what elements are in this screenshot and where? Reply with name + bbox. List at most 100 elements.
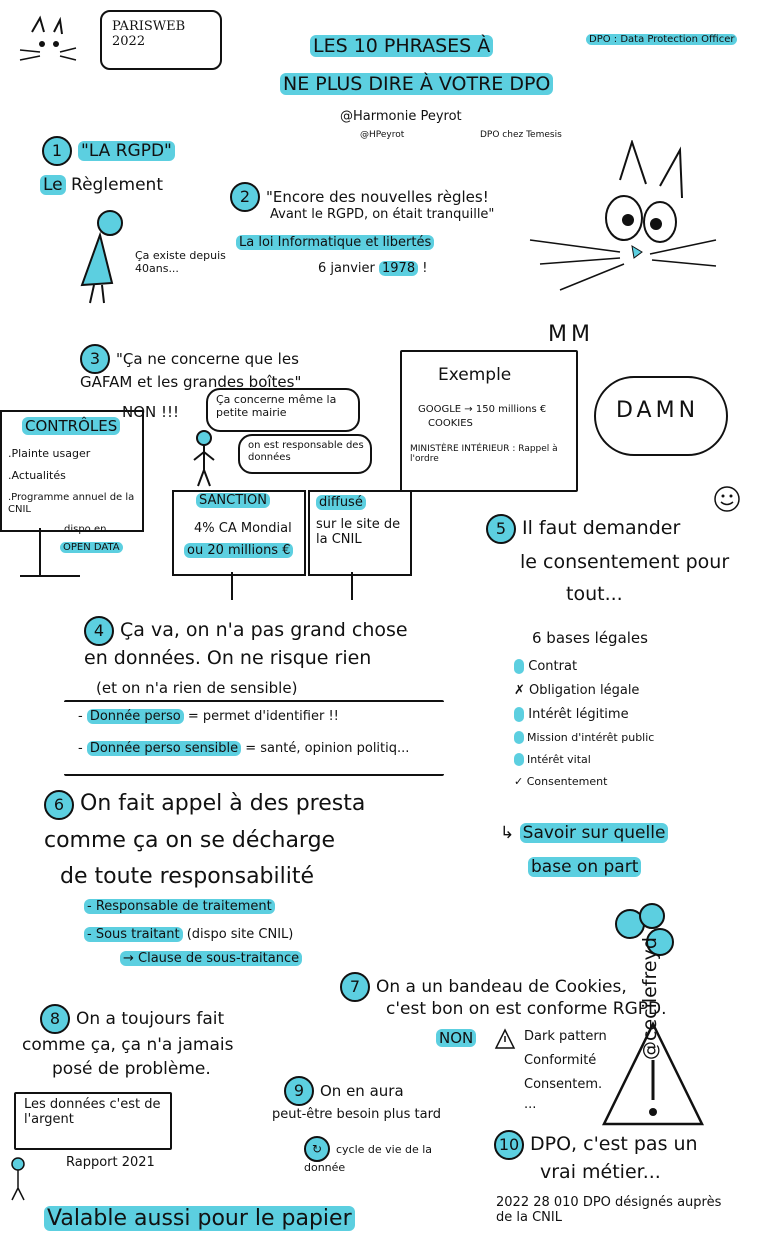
- phrase-5-conclusion-1: ↳ Savoir sur quelle: [500, 823, 669, 844]
- responsable-text: on est responsable des données: [248, 440, 364, 463]
- phrase-6-item-1: - Responsable de traitement: [84, 899, 275, 915]
- sanction-line-1: 4% CA Mondial: [194, 521, 292, 536]
- phrase-9-number: 9: [284, 1076, 314, 1106]
- phrase-6-item-3: → Clause de sous-traitance: [120, 951, 303, 967]
- sanction-sign: SANCTION 4% CA Mondial ou 20 millions €: [172, 490, 306, 576]
- phrase-1-number: 1: [42, 136, 72, 166]
- phrase-6-item-2: - Sous traitant (dispo site CNIL): [84, 927, 293, 943]
- phrase-5-line-3: tout...: [566, 583, 623, 605]
- valable-text: Valable aussi pour le papier: [44, 1206, 355, 1231]
- controles-title: CONTRÔLES: [22, 417, 121, 435]
- title-line-2: NE PLUS DIRE À VOTRE DPO: [280, 73, 554, 96]
- phrase-7-number: 7: [340, 972, 370, 1002]
- example-line-1: GOOGLE → 150 millions €: [418, 404, 547, 415]
- sign-posts: [231, 572, 353, 600]
- controles-item: .Actualités: [8, 469, 66, 482]
- phrase-7-item: ...: [524, 1097, 537, 1112]
- phrase-5-number: 5: [486, 514, 516, 544]
- phrase-6-line-2: comme ça on se décharge: [44, 828, 336, 853]
- phrase-10-stat: 2022 28 010 DPO désignés auprès de la CN…: [496, 1195, 722, 1225]
- phrase-7-item: Consentem.: [524, 1077, 603, 1092]
- phrase-1-bubble: Ça existe depuis 40ans...: [135, 249, 226, 275]
- phrase-2-line2: Avant le RGPD, on était tranquille": [270, 207, 495, 222]
- phrase-6-number: 6: [44, 790, 74, 820]
- phrase-8-line-2: comme ça, ça n'a jamais: [22, 1035, 234, 1055]
- phrase-8-line-1: 8 On a toujours fait: [40, 1004, 224, 1034]
- phrase-5-conclusion-2: base on part: [528, 857, 642, 878]
- phrase-7-item: Conformité: [524, 1053, 597, 1068]
- sanction-title: SANCTION: [196, 493, 270, 509]
- person-3-icon: [193, 430, 215, 487]
- phrase-2-date: 6 janvier 1978 !: [318, 261, 428, 276]
- controles-sign: CONTRÔLES .Plainte usager .Actualités .P…: [0, 410, 144, 532]
- base-item: Intérêt légitime: [514, 707, 629, 723]
- base-item: ✓ Consentement: [514, 775, 608, 788]
- sanction-line-2: ou 20 millions €: [184, 543, 294, 559]
- event-label: PARISWEB 2022: [112, 19, 186, 49]
- definition-2: - Donnée perso sensible = santé, opinion…: [78, 741, 410, 756]
- phrase-2-law: La loi Informatique et libertés: [236, 235, 435, 251]
- responsable-bubble: on est responsable des données: [238, 434, 372, 474]
- base-item: Intérêt vital: [514, 753, 591, 767]
- definitions-box: - Donnée perso = permet d'identifier !! …: [64, 700, 444, 776]
- damn-text: DAMN: [616, 398, 700, 423]
- base-item: Mission d'intérêt public: [514, 731, 654, 745]
- phrase-4-number: 4: [84, 616, 114, 646]
- phrase-10-line-1: 10 DPO, c'est pas un: [494, 1130, 698, 1160]
- phrase-5-line-2: le consentement pour: [520, 551, 730, 573]
- controles-item: .Programme annuel de la CNIL: [8, 492, 135, 515]
- person-8-icon: [11, 1157, 25, 1201]
- cat-face-icon: [529, 140, 717, 291]
- rapport-label: Rapport 2021: [66, 1155, 155, 1170]
- dispo-label: dispo en: [64, 524, 107, 535]
- phrase-4-line-1: 4 Ça va, on n'a pas grand chose: [84, 616, 408, 646]
- phrase-4-line-3: (et on n'a rien de sensible): [96, 679, 298, 697]
- diffuse-sign: diffusé sur le site de la CNIL: [308, 490, 412, 576]
- example-line-3: MINISTÈRE INTÉRIEUR : Rappel à l'ordre: [410, 444, 558, 465]
- dpo-definition: DPO : Data Protection Officer: [586, 34, 738, 46]
- person-1-icon: [80, 210, 123, 304]
- phrase-9-line-2: peut-être besoin plus tard: [272, 1107, 441, 1122]
- smiley-icon: [714, 486, 740, 512]
- phrase-5-line-1: 5 Il faut demander: [486, 514, 680, 544]
- phrase-6-line-3: de toute responsabilité: [60, 864, 315, 889]
- diffuse-rest: sur le site de la CNIL: [316, 517, 401, 547]
- phrase-8-number: 8: [40, 1004, 70, 1034]
- phrase-6-line-1: 6 On fait appel à des presta: [44, 790, 365, 820]
- cat-doodle-icon: [19, 15, 77, 61]
- phrase-8-line-3: posé de problème.: [52, 1059, 211, 1079]
- cycle-icon: ↻: [304, 1136, 330, 1162]
- title-block: LES 10 PHRASES À NE PLUS DIRE À VOTRE DP…: [280, 30, 562, 140]
- phrase-9-cycle: ↻ cycle de vie de la donnée: [304, 1136, 454, 1175]
- opendata-label: OPEN DATA: [60, 542, 123, 554]
- argent-box: Les données c'est de l'argent: [14, 1092, 172, 1150]
- example-line-2: COOKIES: [428, 418, 473, 429]
- damn-bubble: DAMN: [594, 376, 728, 456]
- base-item: Contrat: [514, 659, 577, 675]
- phrase-3-quote: 3 "Ça ne concerne que les GAFAM et les gr…: [80, 344, 320, 391]
- signature: @cecilefreyd: [639, 937, 661, 1060]
- mairie-text: Ça concerne même la petite mairie: [216, 393, 337, 419]
- phrase-4-line-2: en données. On ne risque rien: [84, 647, 372, 669]
- warning-small-icon: [494, 1028, 516, 1049]
- phrase-1-quote: 1 "LA RGPD": [42, 136, 175, 166]
- phrase-10-line-2: vrai métier...: [540, 1161, 661, 1183]
- argent-text: Les données c'est de l'argent: [24, 1097, 161, 1127]
- diffuse-word: diffusé: [316, 495, 366, 511]
- phrase-7-answer: NON: [436, 1029, 477, 1047]
- speaker-handle: @HPeyrot: [360, 130, 405, 140]
- base-item: ✗ Obligation légale: [514, 683, 640, 698]
- speaker-role: DPO chez Temesis: [480, 130, 562, 140]
- bases-title: 6 bases légales: [532, 629, 648, 647]
- phrase-7-line-2: c'est bon on est conforme RGPD.: [386, 999, 667, 1019]
- example-title: Exemple: [438, 365, 512, 385]
- phrase-1-correction: Le Règlement: [40, 175, 163, 196]
- phrase-7-line-1: 7 On a un bandeau de Cookies,: [340, 972, 627, 1002]
- mairie-bubble: Ça concerne même la petite mairie: [206, 388, 360, 432]
- definition-1: - Donnée perso = permet d'identifier !!: [78, 709, 339, 724]
- title-line-1: LES 10 PHRASES À: [310, 35, 494, 58]
- event-box: PARISWEB 2022: [100, 10, 222, 70]
- controles-item: .Plainte usager: [8, 447, 91, 460]
- phrase-7-item: Dark pattern: [524, 1029, 607, 1044]
- mmm-text: MM: [548, 322, 594, 347]
